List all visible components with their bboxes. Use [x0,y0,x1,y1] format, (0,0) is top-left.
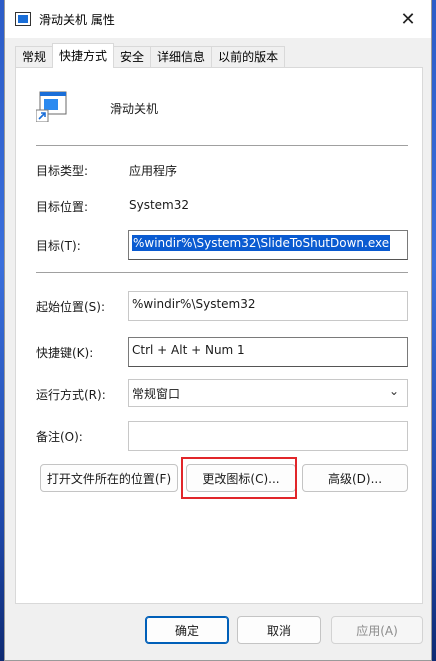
shortcut-name: 滑动关机 [110,102,159,116]
tab-details[interactable]: 详细信息 [150,46,213,68]
tab-shortcut[interactable]: 快捷方式 [52,43,115,68]
start-in-label: 起始位置(S): [36,300,106,314]
target-location-value: System32 [129,198,190,212]
shortcut-key-input[interactable]: Ctrl + Alt + Num 1 [128,337,408,367]
change-icon-highlight-box [181,457,297,499]
tab-previous-versions[interactable]: 以前的版本 [211,46,286,68]
run-mode-value: 常规窗口 [132,387,181,401]
target-type-label: 目标类型: [36,164,89,178]
target-label: 目标(T): [36,239,81,253]
comment-input[interactable] [128,421,408,451]
start-in-input[interactable]: %windir%\System32 [128,291,408,321]
shortcut-large-icon [36,91,67,122]
tab-strip: 常规 快捷方式 安全 详细信息 以前的版本 [15,43,286,68]
open-file-location-button[interactable]: 打开文件所在的位置(F) [40,464,178,492]
properties-dialog: 滑动关机 属性 ✕ 常规 快捷方式 安全 详细信息 以前的版本 滑动关机 目标类… [4,0,432,661]
target-input-value: %windir%\System32\SlideToShutDown.exe [132,235,391,251]
target-location-label: 目标位置: [36,200,89,214]
target-input[interactable]: %windir%\System32\SlideToShutDown.exe [128,230,408,260]
divider [36,272,408,273]
title-bar: 滑动关机 属性 ✕ [5,0,431,38]
tab-general[interactable]: 常规 [15,46,54,68]
shortcut-app-icon [15,12,31,26]
advanced-button[interactable]: 高级(D)... [302,464,408,492]
close-button[interactable]: ✕ [385,0,431,38]
ok-button[interactable]: 确定 [145,616,229,644]
apply-button[interactable]: 应用(A) [331,616,423,644]
shortcut-tab-panel: 滑动关机 目标类型: 应用程序 目标位置: System32 目标(T): %w… [15,67,423,604]
chevron-down-icon: ⌄ [388,384,399,398]
tab-security[interactable]: 安全 [113,46,152,68]
window-title: 滑动关机 属性 [39,13,115,27]
divider [36,145,408,146]
target-type-value: 应用程序 [129,164,178,178]
shortcut-key-value: Ctrl + Alt + Num 1 [132,343,245,357]
start-in-value: %windir%\System32 [132,297,256,311]
run-label: 运行方式(R): [36,388,106,402]
comment-label: 备注(O): [36,430,83,444]
cancel-button[interactable]: 取消 [237,616,321,644]
close-icon: ✕ [400,8,416,30]
shortcut-key-label: 快捷键(K): [36,346,94,360]
run-mode-select[interactable]: 常规窗口 ⌄ [128,379,408,407]
